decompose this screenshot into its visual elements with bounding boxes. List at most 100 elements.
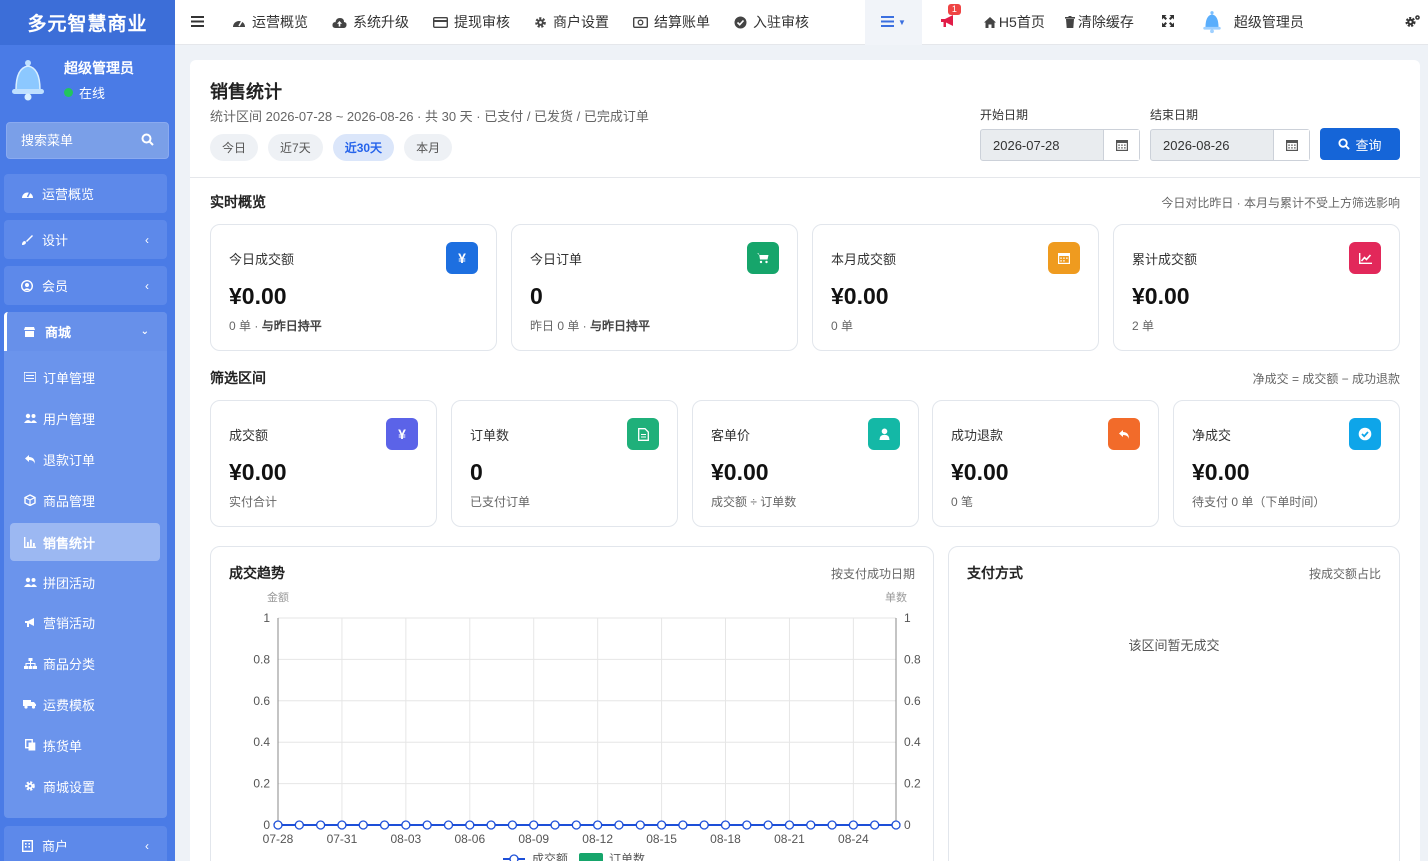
main-content: 销售统计 统计区间 2026-07-28 ~ 2026-08-26 · 共 30… — [190, 60, 1420, 861]
y-tick-label-right: 0.6 — [904, 694, 921, 708]
sidebar-group-shop: 商城 ⌄ 订单管理 用户管理 退款订单 商品管理 销售统计 拼团活动 营销活动 … — [4, 312, 167, 818]
legend-bar-swatch — [579, 853, 603, 861]
top-nav-settlement[interactable]: 结算账单 — [621, 0, 722, 45]
admin-user-menu[interactable]: 超级管理员 — [1192, 0, 1312, 45]
sidebar-subitem-marketing[interactable]: 营销活动 — [10, 603, 160, 641]
amount-point — [763, 820, 773, 830]
clear-cache-label: 清除缓存 — [1077, 14, 1134, 30]
users-icon — [23, 413, 37, 423]
x-tick-label: 08-15 — [646, 832, 677, 846]
brand-title[interactable]: 多元智慧商业 — [0, 0, 175, 45]
sidebar-item-shop[interactable]: 商城 ⌄ — [4, 312, 167, 351]
sidebar-item-merchant[interactable]: 商户 ‹ — [4, 826, 167, 861]
calendar-icon — [1048, 242, 1080, 274]
gear-icon — [23, 780, 37, 792]
range-pill-7d[interactable]: 近7天 — [268, 134, 323, 161]
sidebar-toggle-button[interactable] — [175, 0, 220, 45]
sidebar: 多元智慧商业 超级管理员 在线 运营概览 设计 ‹ 会员 ‹ — [0, 0, 175, 861]
stat-label: 客单价 — [711, 428, 751, 443]
user-icon — [868, 418, 900, 450]
sidebar-subitem-categories[interactable]: 商品分类 — [10, 644, 160, 682]
sidebar-subitem-label: 营销活动 — [43, 615, 96, 631]
range-pill-today[interactable]: 今日 — [210, 134, 259, 161]
stat-card-range-amount: 成交额 ¥ ¥0.00 实付合计 — [210, 400, 437, 527]
stat-value: 0 — [470, 459, 483, 485]
dashboard-icon — [20, 188, 34, 199]
top-nav-dashboard[interactable]: 运营概览 — [220, 0, 320, 45]
stat-value: ¥0.00 — [229, 459, 287, 485]
calendar-icon[interactable] — [1273, 130, 1309, 160]
amount-point — [529, 820, 539, 830]
notification-button[interactable]: 1 — [922, 0, 974, 45]
list-icon — [23, 372, 37, 382]
y-axis-title-right: 单数 — [885, 591, 907, 604]
stat-value: ¥0.00 — [831, 283, 889, 309]
more-menu-dropdown[interactable]: ▼ — [865, 0, 922, 45]
sidebar-subitem-orders[interactable]: 订单管理 — [10, 358, 160, 396]
sidebar-subitem-shop-settings[interactable]: 商城设置 — [10, 767, 160, 805]
start-date-field[interactable]: 2026-07-28 — [980, 129, 1140, 161]
top-nav-upgrade[interactable]: 系统升级 — [320, 0, 421, 45]
sidebar-subitem-shipping[interactable]: 运费模板 — [10, 685, 160, 723]
x-tick-label: 08-03 — [391, 832, 422, 846]
stat-label: 净成交 — [1192, 428, 1232, 443]
range-pill-month[interactable]: 本月 — [404, 134, 453, 161]
fullscreen-button[interactable] — [1144, 0, 1192, 45]
sidebar-subitem-label: 商城设置 — [43, 779, 96, 795]
amount-point — [401, 820, 411, 830]
sidebar-subitem-refunds[interactable]: 退款订单 — [10, 440, 160, 478]
sidebar-subitem-picklist[interactable]: 拣货单 — [10, 726, 160, 764]
sidebar-item-design[interactable]: 设计 ‹ — [4, 220, 167, 259]
stat-label: 今日成交额 — [229, 252, 295, 267]
search-icon[interactable] — [141, 133, 154, 149]
top-nav-merchant-settings[interactable]: 商户设置 — [522, 0, 621, 45]
range-pill-30d[interactable]: 近30天 — [332, 134, 395, 161]
clear-cache-button[interactable]: 清除缓存 — [1055, 0, 1144, 45]
y-tick-label-left: 0.6 — [253, 694, 270, 708]
query-button[interactable]: 查询 — [1320, 128, 1400, 160]
stat-card-range-orders: 订单数 0 已支付订单 — [451, 400, 678, 527]
sidebar-subitem-users[interactable]: 用户管理 — [10, 399, 160, 437]
gears-icon — [1405, 15, 1421, 31]
sidebar-subitem-group-buy[interactable]: 拼团活动 — [10, 563, 160, 601]
calendar-icon[interactable] — [1103, 130, 1139, 160]
sidebar-subitem-sales-stats[interactable]: 销售统计 — [10, 523, 160, 561]
x-tick-label: 08-06 — [454, 832, 485, 846]
yen-icon: ¥ — [386, 418, 418, 450]
amount-point — [742, 820, 752, 830]
top-nav-withdraw-review[interactable]: 提现审核 — [421, 0, 522, 45]
end-date-field[interactable]: 2026-08-26 — [1150, 129, 1310, 161]
chevron-left-icon: ‹ — [145, 232, 149, 247]
end-date-value[interactable]: 2026-08-26 — [1151, 130, 1273, 160]
h5-home-link[interactable]: H5首页 — [974, 0, 1055, 45]
payment-empty-text: 该区间暂无成交 — [1128, 638, 1220, 653]
bar-chart-icon — [23, 536, 37, 548]
sidebar-item-label: 商城 — [45, 325, 72, 340]
amount-point — [294, 820, 304, 830]
settings-gear-button[interactable] — [1405, 14, 1421, 31]
sidebar-subitem-products[interactable]: 商品管理 — [10, 481, 160, 519]
sidebar-item-dashboard[interactable]: 运营概览 — [4, 174, 167, 213]
stat-card-net-amount: 净成交 ¥0.00 待支付 0 单（下单时间） — [1173, 400, 1400, 527]
gear-icon — [534, 16, 547, 29]
stat-card-avg-order: 客单价 ¥0.00 成交额 ÷ 订单数 — [692, 400, 919, 527]
menu-search-input[interactable] — [21, 133, 131, 148]
expand-icon — [1161, 14, 1174, 30]
top-nav-onboarding-review[interactable]: 入驻审核 — [722, 0, 821, 45]
top-nav-label: 商户设置 — [553, 14, 609, 30]
amount-point — [465, 820, 475, 830]
file-icon — [627, 418, 659, 450]
stat-sub: 0 单 · 与昨日持平 — [229, 319, 322, 333]
query-label: 查询 — [1355, 137, 1382, 153]
bullhorn-icon — [940, 14, 956, 31]
x-tick-label: 08-24 — [838, 832, 869, 846]
stat-label: 今日订单 — [530, 252, 583, 267]
bullhorn-icon — [23, 617, 37, 628]
stat-sub: 昨日 0 单 · 与昨日持平 — [530, 319, 651, 333]
start-date-value[interactable]: 2026-07-28 — [981, 130, 1103, 160]
x-tick-label: 08-09 — [518, 832, 549, 846]
amount-point — [550, 820, 560, 830]
amount-point — [699, 820, 709, 830]
sidebar-item-member[interactable]: 会员 ‹ — [4, 266, 167, 305]
trend-chart: 0 0 0.2 0.2 0.4 0.4 0.6 0.6 0.8 0.8 1 1 07-28 07-31 08… — [253, 590, 921, 861]
